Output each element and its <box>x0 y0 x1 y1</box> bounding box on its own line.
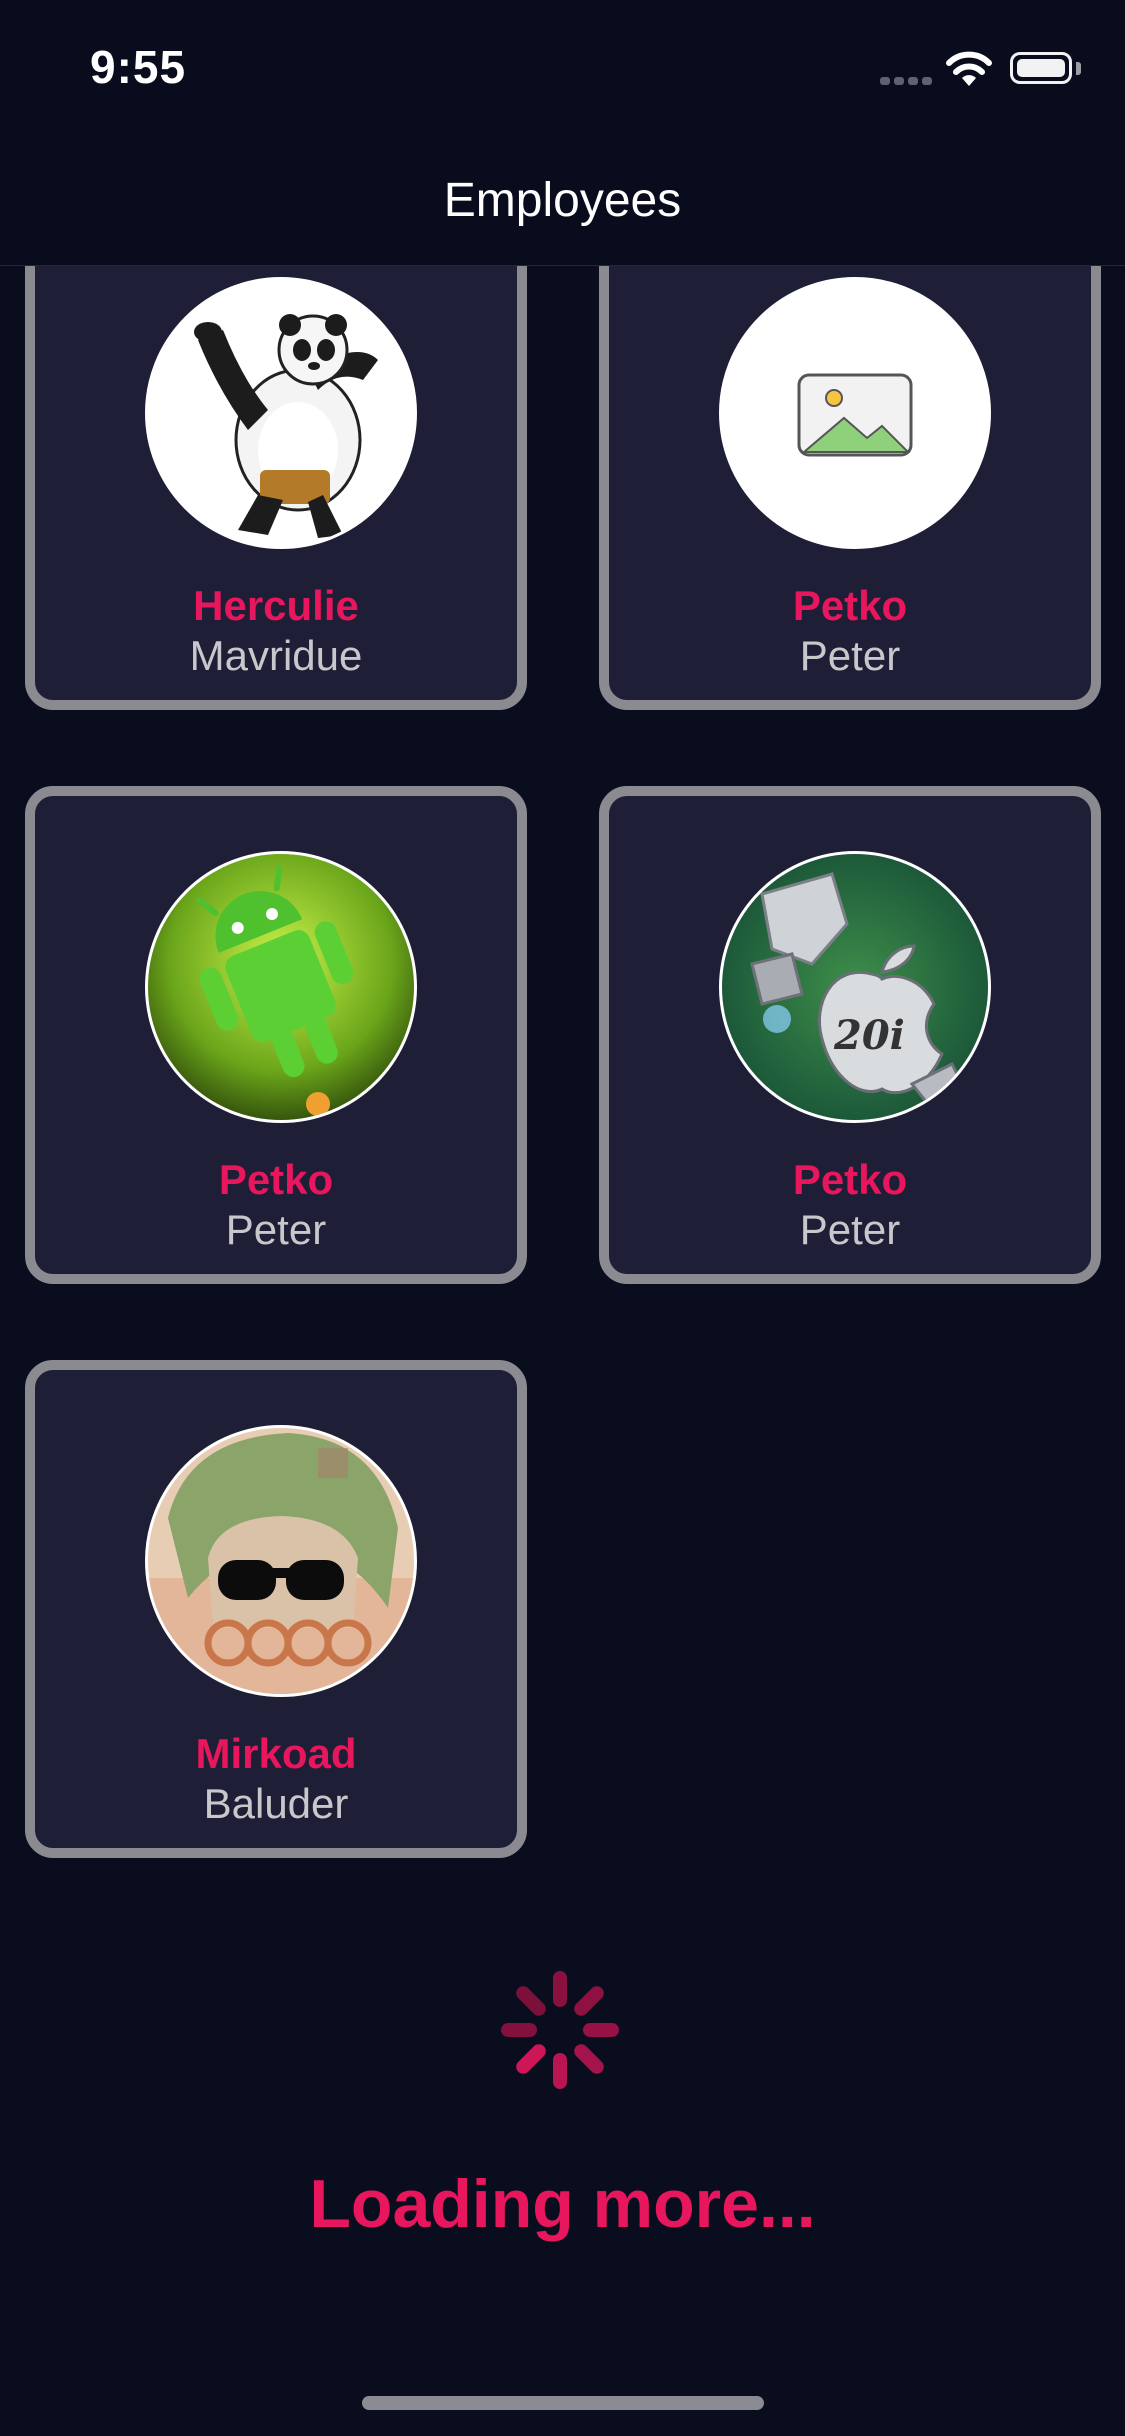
employee-last-name: Peter <box>225 1206 327 1253</box>
cellular-signal-icon <box>880 72 936 90</box>
employee-first-name: Herculie <box>193 582 359 629</box>
status-bar: 9:55 <box>0 0 1125 135</box>
employee-card[interactable]: Herculie Mavridue <box>25 266 527 710</box>
apple-robot-avatar: 20i <box>719 851 991 1123</box>
loading-more-text: Loading more... <box>309 2166 816 2242</box>
navigation-bar: Employees <box>0 135 1125 266</box>
employee-last-name: Peter <box>799 1206 901 1253</box>
employee-card[interactable]: Petko Peter <box>599 266 1101 710</box>
home-indicator[interactable] <box>362 2396 764 2410</box>
employee-card[interactable]: 20i Petko Peter <box>599 786 1101 1284</box>
status-time: 9:55 <box>90 41 187 93</box>
panda-avatar <box>145 277 417 549</box>
employee-card[interactable]: Petko Peter <box>25 786 527 1284</box>
employee-first-name: Mirkoad <box>195 1730 357 1777</box>
employee-last-name: Baluder <box>203 1780 349 1827</box>
employee-first-name: Petko <box>218 1156 334 1203</box>
employee-card[interactable]: Mirkoad Baluder <box>25 1360 527 1858</box>
person-sunglasses-avatar <box>145 1425 417 1697</box>
employee-first-name: Petko <box>792 582 908 629</box>
employee-first-name: Petko <box>792 1156 908 1203</box>
image-placeholder-icon <box>719 277 991 549</box>
employee-grid[interactable]: Herculie Mavridue Petko Peter Petko Pete… <box>0 266 1125 2436</box>
employee-last-name: Mavridue <box>189 632 363 679</box>
wifi-icon <box>946 51 992 86</box>
battery-icon <box>1010 52 1072 84</box>
loading-spinner-icon <box>501 1971 619 2089</box>
page-title: Employees <box>443 174 682 227</box>
android-avatar <box>145 851 417 1123</box>
svg-text:20i: 20i <box>833 1012 905 1059</box>
employee-last-name: Peter <box>799 632 901 679</box>
